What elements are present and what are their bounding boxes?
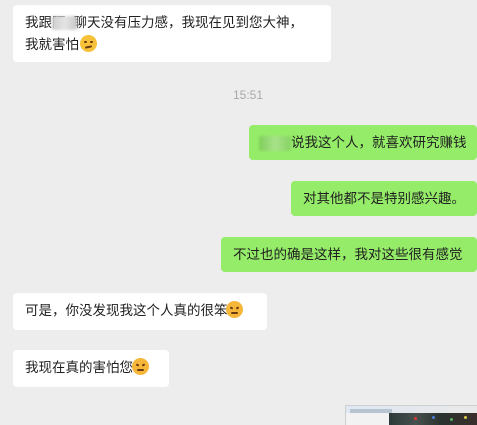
message-1-line-1: 我跟隔 聊天没有压力感，我现在见到您大神， — [25, 12, 319, 34]
thumbnail-dot-yellow — [464, 416, 467, 419]
outgoing-message-1[interactable]: 说我这个人，就喜欢研究赚钱 — [249, 125, 477, 160]
incoming-message-3[interactable]: 我现在真的害怕您 — [13, 350, 169, 387]
incoming-message-2-text: 可是，你没发现我这个人真的很笨 — [25, 303, 228, 319]
message-1-line-2-text: 我就害怕 — [25, 37, 79, 53]
outgoing-message-3[interactable]: 不过也的确是这样，我对这些很有感觉 — [221, 237, 477, 272]
image-message-thumbnail[interactable] — [345, 405, 477, 425]
incoming-message-3-text: 我现在真的害怕您 — [25, 360, 133, 376]
thinking-face-icon — [80, 35, 97, 52]
angry-face-icon — [132, 358, 149, 375]
incoming-message-2[interactable]: 可是，你没发现我这个人真的很笨 — [13, 293, 267, 330]
outgoing-message-3-text: 不过也的确是这样，我对这些很有感觉 — [233, 247, 463, 263]
thumbnail-image-area — [389, 413, 477, 425]
thumbnail-dot-green — [450, 418, 453, 421]
redacted-name-blur — [51, 16, 77, 30]
angry-face-icon — [225, 301, 243, 318]
thumbnail-dot-blue — [432, 416, 435, 419]
redacted-name-blur-green — [259, 135, 291, 151]
thumbnail-dot-red — [414, 417, 417, 420]
thumbnail-window-strip — [350, 409, 392, 413]
timestamp: 15:51 — [232, 88, 264, 102]
chat-window: 我跟隔 聊天没有压力感，我现在见到您大神， 我就害怕 15:51 说我这个人，就喜… — [0, 0, 477, 425]
message-1-text-part-b: 聊天没有压力感，我现在见到您大神， — [73, 15, 304, 31]
outgoing-message-2[interactable]: 对其他都不是特别感兴趣。 — [291, 181, 477, 216]
message-1-line-2: 我就害怕 — [25, 34, 319, 56]
outgoing-message-1-text: 说我这个人，就喜欢研究赚钱 — [291, 135, 467, 151]
incoming-message-1[interactable]: 我跟隔 聊天没有压力感，我现在见到您大神， 我就害怕 — [13, 5, 331, 62]
outgoing-message-2-text: 对其他都不是特别感兴趣。 — [303, 191, 465, 207]
